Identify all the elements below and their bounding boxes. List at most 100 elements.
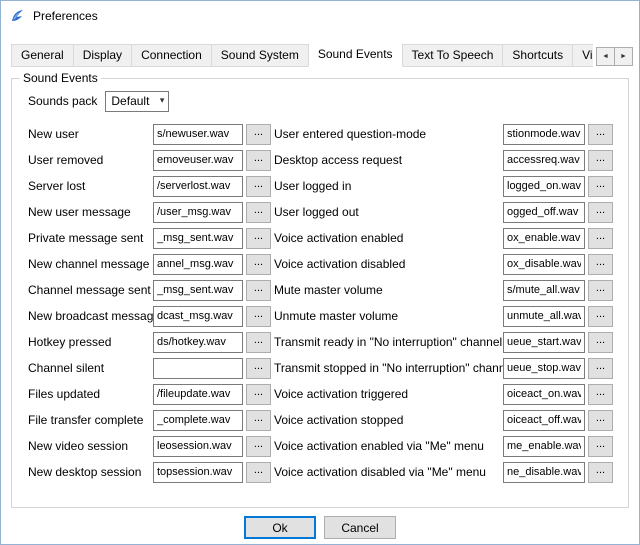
grid-cell — [153, 355, 243, 381]
ok-button[interactable]: Ok — [244, 516, 316, 539]
browse-button-hotkey-pressed[interactable]: ... — [246, 332, 271, 353]
browse-button-new-video-session[interactable]: ... — [246, 436, 271, 457]
browse-button-voice-activation-triggered[interactable]: ... — [588, 384, 613, 405]
browse-button-transmit-ready-in-no-interruption-channel[interactable]: ... — [588, 332, 613, 353]
tab-text-to-speech[interactable]: Text To Speech — [402, 44, 504, 67]
sound-file-input-voice-activation-enabled[interactable] — [503, 228, 585, 249]
browse-button-desktop-access-request[interactable]: ... — [588, 150, 613, 171]
browse-button-voice-activation-disabled-via-me-menu[interactable]: ... — [588, 462, 613, 483]
grid-cell: ... — [588, 433, 613, 459]
tab-sound-system[interactable]: Sound System — [211, 44, 309, 67]
grid-cell: User logged in — [274, 173, 500, 199]
row-label-voice-activation-stopped: Voice activation stopped — [274, 413, 403, 427]
sound-file-input-desktop-access-request[interactable] — [503, 150, 585, 171]
sound-events-grid: New user...User entered question-mode...… — [28, 121, 622, 485]
browse-button-voice-activation-enabled-via-me-menu[interactable]: ... — [588, 436, 613, 457]
browse-button-new-channel-message[interactable]: ... — [246, 254, 271, 275]
tab-scroll-left-button[interactable]: ◄ — [596, 47, 615, 66]
tab-shortcuts[interactable]: Shortcuts — [502, 44, 573, 67]
tab-video[interactable]: Video — [572, 44, 593, 67]
grid-cell: ... — [588, 355, 613, 381]
tab-connection[interactable]: Connection — [131, 44, 212, 67]
sound-file-input-server-lost[interactable] — [153, 176, 243, 197]
sound-file-input-user-logged-out[interactable] — [503, 202, 585, 223]
grid-cell — [153, 277, 243, 303]
sound-file-input-transmit-ready-in-no-interruption-channel[interactable] — [503, 332, 585, 353]
grid-cell: ... — [246, 355, 271, 381]
browse-button-channel-message-sent[interactable]: ... — [246, 280, 271, 301]
grid-cell: New broadcast message — [28, 303, 150, 329]
tab-general[interactable]: General — [11, 44, 74, 67]
sound-file-input-new-channel-message[interactable] — [153, 254, 243, 275]
sounds-pack-combobox[interactable]: Default ▾ — [105, 91, 169, 112]
tab-sound-events[interactable]: Sound Events — [308, 44, 403, 67]
browse-button-new-user-message[interactable]: ... — [246, 202, 271, 223]
browse-button-file-transfer-complete[interactable]: ... — [246, 410, 271, 431]
row-label-new-desktop-session: New desktop session — [28, 465, 141, 479]
sound-file-input-private-message-sent[interactable] — [153, 228, 243, 249]
sound-file-input-hotkey-pressed[interactable] — [153, 332, 243, 353]
chevron-down-icon: ▾ — [160, 96, 165, 105]
row-label-channel-silent: Channel silent — [28, 361, 104, 375]
grid-cell — [153, 225, 243, 251]
row-label-voice-activation-disabled: Voice activation disabled — [274, 257, 405, 271]
row-label-user-logged-in: User logged in — [274, 179, 351, 193]
sound-file-input-mute-master-volume[interactable] — [503, 280, 585, 301]
grid-cell: New desktop session — [28, 459, 150, 485]
group-title: Sound Events — [20, 71, 101, 85]
grid-cell: ... — [588, 459, 613, 485]
title-bar[interactable]: Preferences — [1, 1, 639, 31]
row-label-new-channel-message: New channel message — [28, 257, 149, 271]
sound-file-input-file-transfer-complete[interactable] — [153, 410, 243, 431]
browse-button-user-removed[interactable]: ... — [246, 150, 271, 171]
sound-file-input-new-broadcast-message[interactable] — [153, 306, 243, 327]
browse-button-new-desktop-session[interactable]: ... — [246, 462, 271, 483]
sound-file-input-voice-activation-stopped[interactable] — [503, 410, 585, 431]
sound-file-input-transmit-stopped-in-no-interruption-channel[interactable] — [503, 358, 585, 379]
sound-file-input-channel-message-sent[interactable] — [153, 280, 243, 301]
sound-file-input-new-desktop-session[interactable] — [153, 462, 243, 483]
cancel-button[interactable]: Cancel — [324, 516, 396, 539]
browse-button-mute-master-volume[interactable]: ... — [588, 280, 613, 301]
dialog-footer: Ok Cancel — [1, 516, 639, 539]
browse-button-user-logged-out[interactable]: ... — [588, 202, 613, 223]
browse-button-new-broadcast-message[interactable]: ... — [246, 306, 271, 327]
browse-button-voice-activation-enabled[interactable]: ... — [588, 228, 613, 249]
browse-button-server-lost[interactable]: ... — [246, 176, 271, 197]
sound-file-input-user-removed[interactable] — [153, 150, 243, 171]
sound-file-input-unmute-master-volume[interactable] — [503, 306, 585, 327]
tab-display[interactable]: Display — [73, 44, 132, 67]
window-title: Preferences — [33, 9, 98, 23]
tab-scroll-right-button[interactable]: ► — [614, 47, 633, 66]
browse-button-unmute-master-volume[interactable]: ... — [588, 306, 613, 327]
sound-file-input-user-entered-question-mode[interactable] — [503, 124, 585, 145]
browse-button-user-logged-in[interactable]: ... — [588, 176, 613, 197]
sound-file-input-new-user-message[interactable] — [153, 202, 243, 223]
sound-file-input-user-logged-in[interactable] — [503, 176, 585, 197]
sound-file-input-voice-activation-disabled[interactable] — [503, 254, 585, 275]
grid-cell — [503, 303, 585, 329]
grid-cell: ... — [588, 381, 613, 407]
grid-cell: ... — [588, 251, 613, 277]
grid-cell: ... — [246, 407, 271, 433]
browse-button-private-message-sent[interactable]: ... — [246, 228, 271, 249]
sound-file-input-voice-activation-triggered[interactable] — [503, 384, 585, 405]
row-label-new-video-session: New video session — [28, 439, 128, 453]
row-label-user-entered-question-mode: User entered question-mode — [274, 127, 426, 141]
sound-file-input-files-updated[interactable] — [153, 384, 243, 405]
sound-file-input-new-video-session[interactable] — [153, 436, 243, 457]
browse-button-channel-silent[interactable]: ... — [246, 358, 271, 379]
row-label-desktop-access-request: Desktop access request — [274, 153, 402, 167]
browse-button-user-entered-question-mode[interactable]: ... — [588, 124, 613, 145]
sound-file-input-voice-activation-enabled-via-me-menu[interactable] — [503, 436, 585, 457]
browse-button-transmit-stopped-in-no-interruption-channel[interactable]: ... — [588, 358, 613, 379]
grid-cell: Voice activation enabled — [274, 225, 500, 251]
browse-button-voice-activation-stopped[interactable]: ... — [588, 410, 613, 431]
sound-file-input-channel-silent[interactable] — [153, 358, 243, 379]
browse-button-voice-activation-disabled[interactable]: ... — [588, 254, 613, 275]
browse-button-new-user[interactable]: ... — [246, 124, 271, 145]
browse-button-files-updated[interactable]: ... — [246, 384, 271, 405]
grid-cell: Hotkey pressed — [28, 329, 150, 355]
sound-file-input-new-user[interactable] — [153, 124, 243, 145]
sound-file-input-voice-activation-disabled-via-me-menu[interactable] — [503, 462, 585, 483]
